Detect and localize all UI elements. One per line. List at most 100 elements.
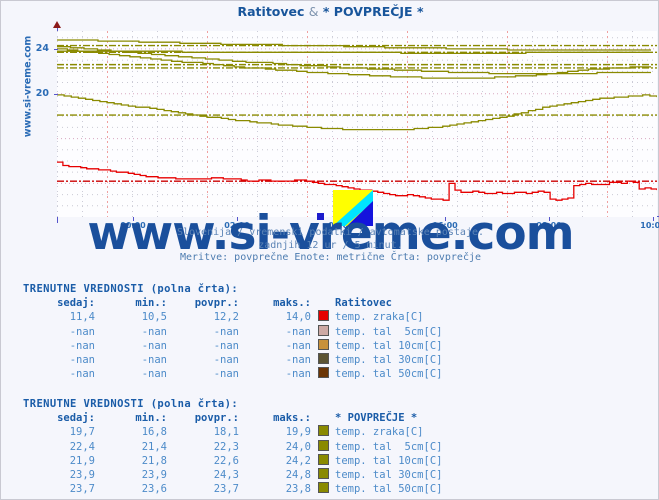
cell-povpr: -nan <box>213 325 239 338</box>
table-row: -nan -nan -nan -nan temp. tal 10cm[C] <box>23 338 443 353</box>
series-label: temp. tal 10cm[C] <box>335 339 443 352</box>
cell-sedaj: 11,4 <box>69 311 95 324</box>
chart-area: 2420 00:0002:0004:0006:0008:0010:00 <box>23 21 659 230</box>
table1-header-row: sedaj: min.: povpr.: maks.: Ratitovec <box>23 296 442 310</box>
swatch-icon <box>317 468 329 480</box>
cell-min: -nan <box>141 368 167 381</box>
swatch-icon <box>317 353 329 365</box>
cell-sedaj: 23,9 <box>69 469 95 482</box>
x-tick-mark <box>237 217 238 221</box>
table-row: -nan -nan -nan -nan temp. tal 30cm[C] <box>23 353 442 367</box>
table2-col-povpr: povpr.: <box>194 412 239 425</box>
cell-sedaj: 23,7 <box>69 483 95 496</box>
table-row: 23,7 23,6 23,7 23,8 temp. tal 50cm[C] <box>23 482 442 496</box>
cell-min: 21,4 <box>141 440 167 453</box>
table-row: -nan -nan -nan -nan temp. tal 50cm[C] <box>23 367 442 381</box>
cell-maks: 24,0 <box>285 440 311 453</box>
table2-body: 19,7 16,8 18,1 19,9 temp. zraka[C] 22,4 21,4 22… <box>23 425 442 496</box>
cell-maks: 23,8 <box>285 483 311 496</box>
table1-body: 11,4 10,5 12,2 14,0 temp. zraka[C] -nan -nan -n… <box>23 310 442 381</box>
cell-sedaj: 21,9 <box>69 454 95 467</box>
cell-sedaj: -nan <box>69 354 95 367</box>
x-tick-mark <box>445 217 446 221</box>
screenshot-root: Ratitovec & * POVPREČJE * www.si-vreme.c… <box>0 0 659 500</box>
cell-povpr: 22,6 <box>213 454 239 467</box>
cell-min: -nan <box>141 339 167 352</box>
cell-sedaj: -nan <box>69 339 95 352</box>
caption-line-1: Slovenija / vremenski podatki / avtomats… <box>176 227 485 238</box>
cell-maks: -nan <box>285 325 311 338</box>
table1-grid: sedaj: min.: povpr.: maks.: Ratitovec 11… <box>23 296 442 381</box>
cell-min: -nan <box>141 325 167 338</box>
series-label: temp. tal 10cm[C] <box>335 454 443 467</box>
title-station: Ratitovec <box>237 4 305 19</box>
table-row: -nan -nan -nan -nan temp. tal 5cm[C] <box>23 324 443 339</box>
cell-maks: -nan <box>285 339 311 352</box>
cell-povpr: -nan <box>213 339 239 352</box>
y-tick-label: 20 <box>35 87 49 99</box>
series-color-swatch <box>311 468 335 482</box>
cell-povpr: -nan <box>213 354 239 367</box>
series-color-swatch <box>311 453 335 468</box>
table2-col-maks: maks.: <box>273 412 311 425</box>
table2-col-sedaj: sedaj: <box>57 412 95 425</box>
swatch-icon <box>317 453 329 465</box>
table1-col-povpr: povpr.: <box>194 297 239 310</box>
cell-min: 23,9 <box>141 469 167 482</box>
swatch-icon <box>317 425 329 437</box>
y-tick-mark <box>54 93 58 95</box>
cell-maks: 19,9 <box>285 426 311 439</box>
cell-min: 23,6 <box>141 483 167 496</box>
x-tick-mark <box>133 217 134 221</box>
cell-povpr: 18,1 <box>213 426 239 439</box>
table-row: 23,9 23,9 24,3 24,8 temp. tal 30cm[C] <box>23 468 442 482</box>
series-color-swatch <box>311 425 335 439</box>
table2-grid: sedaj: min.: povpr.: maks.: * POVPREČJE … <box>23 411 442 496</box>
cell-min: 16,8 <box>141 426 167 439</box>
cursor-marker[interactable] <box>317 213 324 220</box>
series-label: temp. tal 5cm[C] <box>335 325 443 338</box>
cell-povpr: 22,3 <box>213 440 239 453</box>
values-table-station: TRENUTNE VREDNOSTI (polna črta): sedaj: … <box>23 282 442 381</box>
title-ampersand: & <box>308 4 319 19</box>
cell-maks: 24,8 <box>285 469 311 482</box>
y-axis-arrow-icon <box>53 21 61 28</box>
table2-col-min: min.: <box>135 412 167 425</box>
series-label: temp. zraka[C] <box>335 311 424 324</box>
cell-sedaj: -nan <box>69 368 95 381</box>
chart-caption: Slovenija / vremenski podatki / avtomats… <box>1 227 659 265</box>
swatch-icon <box>317 338 329 350</box>
cell-min: 21,8 <box>141 454 167 467</box>
cell-sedaj: 22,4 <box>69 440 95 453</box>
cell-sedaj: 19,7 <box>69 426 95 439</box>
cell-povpr: 23,7 <box>213 483 239 496</box>
y-tick-mark <box>54 48 58 50</box>
series-label: temp. tal 5cm[C] <box>335 440 443 453</box>
series-color-swatch <box>311 324 335 339</box>
cell-povpr: 24,3 <box>213 469 239 482</box>
series-color-swatch <box>311 482 335 496</box>
x-tick-mark <box>549 217 550 221</box>
series-label: temp. tal 50cm[C] <box>335 368 443 381</box>
swatch-icon <box>317 324 329 336</box>
table2-swatch-header <box>311 411 335 425</box>
swatch-icon <box>317 439 329 451</box>
series-label: temp. tal 30cm[C] <box>335 469 443 482</box>
table1-heading: TRENUTNE VREDNOSTI (polna črta): <box>23 283 239 295</box>
table2-header-row: sedaj: min.: povpr.: maks.: * POVPREČJE … <box>23 411 442 425</box>
table-row: 22,4 21,4 22,3 24,0 temp. tal 5cm[C] <box>23 439 443 454</box>
swatch-icon <box>317 482 329 494</box>
series-color-swatch <box>311 439 335 454</box>
values-table-average: TRENUTNE VREDNOSTI (polna črta): sedaj: … <box>23 397 442 496</box>
swatch-icon <box>317 310 329 322</box>
table-row: 19,7 16,8 18,1 19,9 temp. zraka[C] <box>23 425 442 439</box>
caption-line-3: Meritve: povprečne Enote: metrične Črta:… <box>179 252 482 263</box>
series-label: temp. zraka[C] <box>335 426 424 439</box>
table1-col-sedaj: sedaj: <box>57 297 95 310</box>
cell-povpr: 12,2 <box>213 311 239 324</box>
cell-maks: -nan <box>285 368 311 381</box>
series-color-swatch <box>311 353 335 367</box>
series-label: temp. tal 30cm[C] <box>335 354 443 367</box>
table2-series-title: * POVPREČJE * <box>335 412 418 425</box>
cell-maks: 14,0 <box>285 311 311 324</box>
